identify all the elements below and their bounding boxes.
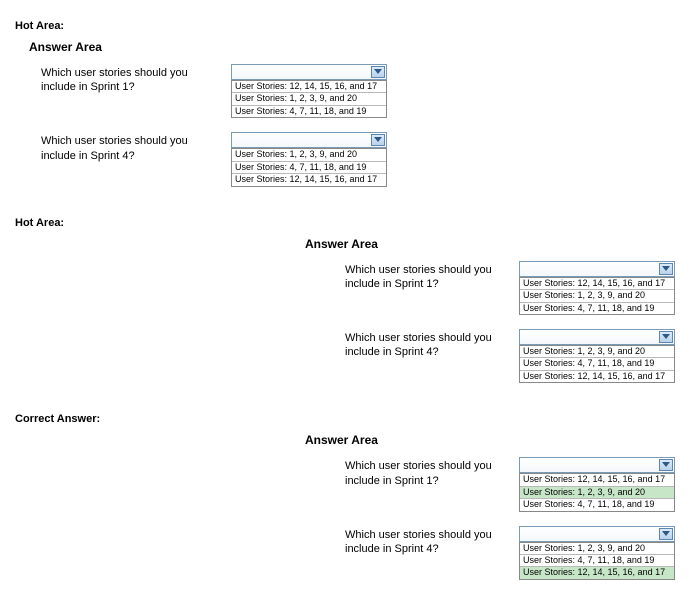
question-row-sprint1-top: Which user stories should you include in… (41, 64, 675, 118)
option[interactable]: User Stories: 4, 7, 11, 18, and 19 (520, 554, 674, 566)
dropdown-sprint4-correct[interactable] (519, 526, 675, 542)
dropdown-options-sprint4-correct: User Stories: 1, 2, 3, 9, and 20 User St… (519, 542, 675, 580)
option[interactable]: User Stories: 4, 7, 11, 18, and 19 (520, 302, 674, 314)
option[interactable]: User Stories: 1, 2, 3, 9, and 20 (520, 289, 674, 301)
option[interactable]: User Stories: 12, 14, 15, 16, and 17 (520, 277, 674, 289)
option[interactable]: User Stories: 1, 2, 3, 9, and 20 (520, 345, 674, 357)
chevron-down-icon[interactable] (371, 66, 385, 78)
question-row-sprint4-mid: Which user stories should you include in… (345, 329, 675, 383)
dropdown-sprint4-mid[interactable] (519, 329, 675, 345)
dropdown-sprint1-top[interactable] (231, 64, 387, 80)
option[interactable]: User Stories: 1, 2, 3, 9, and 20 (232, 92, 386, 104)
chevron-down-icon[interactable] (659, 331, 673, 343)
option[interactable]: User Stories: 4, 7, 11, 18, and 19 (520, 357, 674, 369)
correct-answer-label: Correct Answer: (15, 413, 675, 425)
option[interactable]: User Stories: 1, 2, 3, 9, and 20 (520, 542, 674, 554)
dropdown-options-sprint1-correct: User Stories: 12, 14, 15, 16, and 17 Use… (519, 473, 675, 511)
option[interactable]: User Stories: 12, 14, 15, 16, and 17 (232, 173, 386, 185)
chevron-down-icon[interactable] (659, 459, 673, 471)
option[interactable]: User Stories: 4, 7, 11, 18, and 19 (232, 105, 386, 117)
answer-area-label-2: Answer Area (305, 237, 675, 251)
question-text-sprint4: Which user stories should you include in… (41, 132, 221, 163)
option[interactable]: User Stories: 12, 14, 15, 16, and 17 (520, 370, 674, 382)
chevron-down-icon[interactable] (659, 528, 673, 540)
option-selected[interactable]: User Stories: 12, 14, 15, 16, and 17 (520, 566, 674, 578)
dropdown-options-sprint4-mid: User Stories: 1, 2, 3, 9, and 20 User St… (519, 345, 675, 383)
option[interactable]: User Stories: 1, 2, 3, 9, and 20 (232, 148, 386, 160)
option-selected[interactable]: User Stories: 1, 2, 3, 9, and 20 (520, 486, 674, 498)
dropdown-options-sprint1-mid: User Stories: 12, 14, 15, 16, and 17 Use… (519, 277, 675, 315)
option[interactable]: User Stories: 12, 14, 15, 16, and 17 (232, 80, 386, 92)
question-row-sprint4-correct: Which user stories should you include in… (345, 526, 675, 580)
question-row-sprint4-top: Which user stories should you include in… (41, 132, 675, 186)
question-row-sprint1-mid: Which user stories should you include in… (345, 261, 675, 315)
hot-area-label-1: Hot Area: (15, 20, 675, 32)
option[interactable]: User Stories: 4, 7, 11, 18, and 19 (520, 498, 674, 510)
question-text-sprint4: Which user stories should you include in… (345, 526, 515, 557)
dropdown-sprint1-correct[interactable] (519, 457, 675, 473)
dropdown-sprint1-mid[interactable] (519, 261, 675, 277)
hot-area-label-2: Hot Area: (15, 217, 675, 229)
question-text-sprint4: Which user stories should you include in… (345, 329, 515, 360)
dropdown-options-sprint1-top: User Stories: 12, 14, 15, 16, and 17 Use… (231, 80, 387, 118)
chevron-down-icon[interactable] (371, 134, 385, 146)
answer-area-label-3: Answer Area (305, 433, 675, 447)
question-text-sprint1: Which user stories should you include in… (345, 261, 515, 292)
chevron-down-icon[interactable] (659, 263, 673, 275)
question-row-sprint1-correct: Which user stories should you include in… (345, 457, 675, 511)
option[interactable]: User Stories: 12, 14, 15, 16, and 17 (520, 473, 674, 485)
option[interactable]: User Stories: 4, 7, 11, 18, and 19 (232, 161, 386, 173)
question-text-sprint1: Which user stories should you include in… (345, 457, 515, 488)
answer-area-label-1: Answer Area (29, 40, 675, 54)
question-text-sprint1: Which user stories should you include in… (41, 64, 221, 95)
dropdown-sprint4-top[interactable] (231, 132, 387, 148)
dropdown-options-sprint4-top: User Stories: 1, 2, 3, 9, and 20 User St… (231, 148, 387, 186)
